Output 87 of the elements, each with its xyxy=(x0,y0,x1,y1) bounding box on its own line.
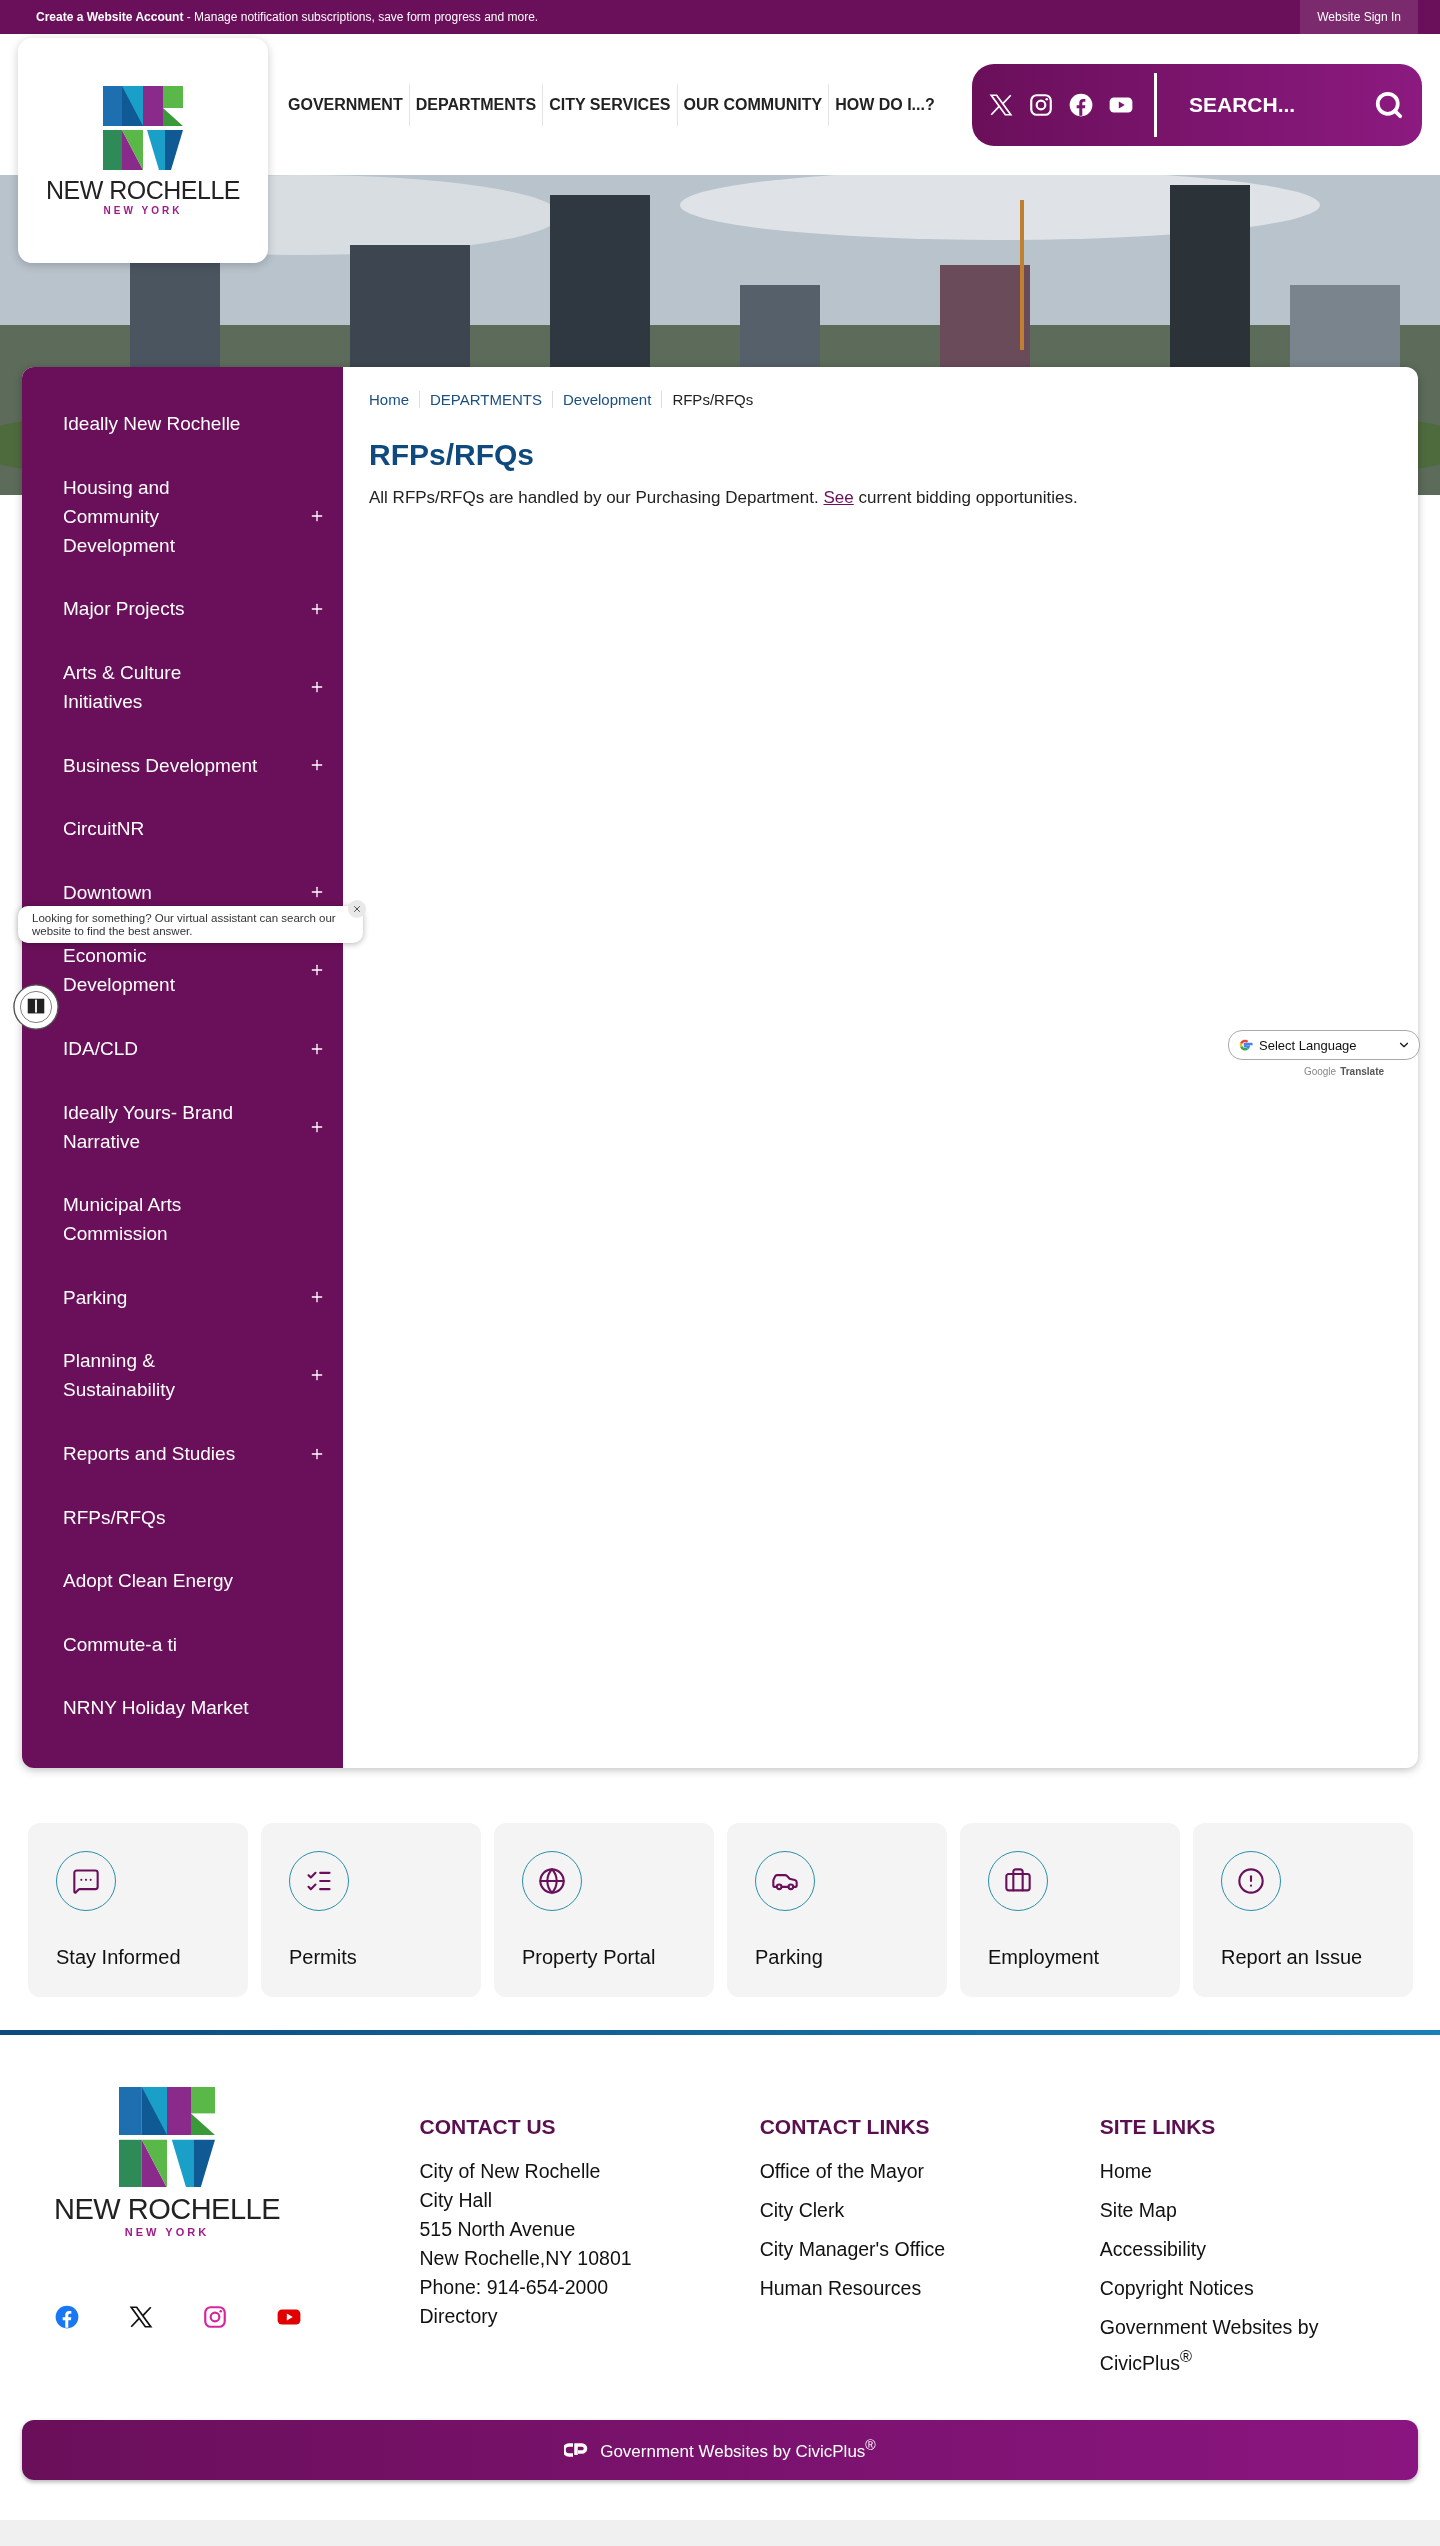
quick-link-card[interactable]: Report an Issue xyxy=(1193,1822,1413,1997)
sidebar-item[interactable]: Arts & Culture Initiatives xyxy=(63,658,260,717)
footer-link[interactable]: Copyright Notices xyxy=(1099,2273,1360,2303)
language-select-text: Select Language xyxy=(1259,1037,1357,1053)
quick-link-label: Permits xyxy=(289,1945,358,1969)
breadcrumb-link[interactable]: Development xyxy=(552,391,662,408)
quick-link-label: Parking xyxy=(755,1945,824,1969)
breadcrumb-link[interactable]: RFPs/RFQs xyxy=(661,391,764,408)
sidebar-item[interactable]: Major Projects xyxy=(63,594,260,624)
quick-link-card[interactable]: Employment xyxy=(960,1822,1180,1997)
plus-icon[interactable] xyxy=(309,601,325,617)
sidebar-item[interactable]: Reports and Studies xyxy=(63,1439,260,1468)
search-icon[interactable] xyxy=(1374,89,1404,120)
contact-line: City of New Rochelle xyxy=(419,2158,602,2184)
logo-card[interactable]: NEW ROCHELLE NEW YORK xyxy=(18,38,268,263)
sidebar-item[interactable]: RFPs/RFQs xyxy=(63,1502,260,1532)
footer-heading: CONTACT US xyxy=(419,2114,557,2139)
sidebar-item[interactable]: Planning & Sustainability xyxy=(63,1346,260,1405)
x-icon[interactable] xyxy=(128,2304,154,2331)
footer-link[interactable]: Government Websites by CivicPlus$^{®}$ xyxy=(1099,2312,1360,2378)
facebook-icon[interactable] xyxy=(1068,91,1094,118)
language-select[interactable]: Select Language xyxy=(1228,1030,1420,1060)
sidebar-item[interactable]: Parking xyxy=(63,1282,260,1312)
google-icon xyxy=(1237,1037,1253,1053)
chat-bubble-icon xyxy=(72,1866,100,1895)
sidebar-item[interactable]: NRNY Holiday Market xyxy=(63,1693,260,1723)
sidebar-item[interactable]: Business Development xyxy=(63,750,260,780)
quick-link-card[interactable]: Permits xyxy=(261,1822,481,1997)
footer-link[interactable]: Home xyxy=(1099,2156,1360,2186)
nav-item[interactable]: OUR COMMUNITY xyxy=(676,83,829,126)
contact-line: City Hall xyxy=(419,2187,494,2213)
contact-line: Phone: 914-654-2000 xyxy=(419,2274,610,2300)
quick-link-card[interactable]: Stay Informed xyxy=(28,1822,248,1997)
account-banner-text: Create a Website Account - Manage notification subscriptions, save form progress and more. xyxy=(36,10,539,24)
google-wordmark: Google xyxy=(1303,1066,1337,1077)
footer-link[interactable]: City Manager's Office xyxy=(759,2234,1020,2264)
quick-link-label: Employment xyxy=(988,1945,1101,1969)
sidebar-item[interactable]: CircuitNR xyxy=(63,814,260,844)
sidebar-item[interactable]: Economic Development xyxy=(63,941,260,1000)
nav-item[interactable]: DEPARTMENTS xyxy=(408,83,543,126)
x-icon[interactable] xyxy=(988,91,1014,118)
logo-name: NEW ROCHELLE xyxy=(45,175,240,205)
breadcrumb-link[interactable]: DEPARTMENTS xyxy=(419,391,552,408)
civicplus-logo-icon xyxy=(564,2442,589,2457)
globe-icon xyxy=(538,1866,566,1895)
chat-message: Looking for something? Our virtual assistant can search our website to find the best answer. xyxy=(32,912,337,937)
nav-item[interactable]: CITY SERVICES xyxy=(542,83,677,126)
footer-link[interactable]: Site Map xyxy=(1099,2195,1360,2225)
footer-link[interactable]: Accessibility xyxy=(1099,2234,1360,2264)
logo-state: NEW YORK xyxy=(103,204,183,216)
sidebar-item[interactable]: Ideally New Rochelle xyxy=(63,409,260,439)
sidebar-item[interactable]: Downtown xyxy=(63,877,260,907)
quick-link-card[interactable]: Property Portal xyxy=(494,1822,714,1997)
quick-link-label: Stay Informed xyxy=(56,1945,182,1969)
sidebar-item[interactable]: Commute-a ti xyxy=(63,1629,260,1659)
sidebar-item[interactable]: Adopt Clean Energy xyxy=(63,1566,260,1596)
translate-label: Translate xyxy=(1340,1066,1385,1077)
logo-state: NEW YORK xyxy=(124,2226,210,2239)
footer-heading: CONTACT LINKS xyxy=(759,2114,931,2139)
sidebar-item[interactable]: Ideally Yours- Brand Narrative xyxy=(63,1097,260,1156)
contact-line: New Rochelle,NY 10801 xyxy=(419,2245,633,2271)
nav-item[interactable]: GOVERNMENT xyxy=(282,83,409,126)
intro-text: All RFPs/RFQs are handled by our Purchasing Department. See current bidding opportunities. xyxy=(369,488,1079,508)
footer-heading: SITE LINKS xyxy=(1099,2114,1217,2139)
breadcrumb-link[interactable]: Home xyxy=(369,391,419,408)
sidebar-item[interactable]: Municipal Arts Commission xyxy=(63,1190,260,1249)
footer-link[interactable]: Human Resources xyxy=(759,2273,1020,2303)
seal-icon[interactable] xyxy=(13,984,59,1030)
logo-name: NEW ROCHELLE xyxy=(53,2193,280,2227)
page-title: RFPs/RFQs xyxy=(369,438,536,472)
footer-link[interactable]: City Clerk xyxy=(759,2195,1020,2225)
quick-link-card[interactable]: Parking xyxy=(727,1822,947,1997)
quick-link-label: Property Portal xyxy=(522,1945,657,1969)
footer-link[interactable]: Office of the Mayor xyxy=(759,2156,1020,2186)
instagram-icon[interactable] xyxy=(202,2304,228,2331)
sidebar-item[interactable]: IDA/CLD xyxy=(63,1034,260,1064)
nav-item[interactable]: HOW DO I...? xyxy=(828,83,941,126)
contact-line: Directory xyxy=(419,2303,499,2329)
contact-line: 515 North Avenue xyxy=(419,2216,577,2242)
alert-icon xyxy=(1237,1866,1265,1895)
instagram-icon[interactable] xyxy=(1028,91,1054,118)
sign-in-link[interactable]: Website Sign In xyxy=(1300,0,1418,34)
see-link[interactable]: See xyxy=(823,488,854,507)
civicplus-link[interactable]: Government Websites by CivicPlus$^{®}$ xyxy=(600,2437,876,2462)
search-field[interactable]: SEARCH... xyxy=(1187,91,1360,118)
sidebar-item[interactable]: Housing and Community Development xyxy=(63,472,260,560)
quick-link-label: Report an Issue xyxy=(1221,1945,1364,1969)
